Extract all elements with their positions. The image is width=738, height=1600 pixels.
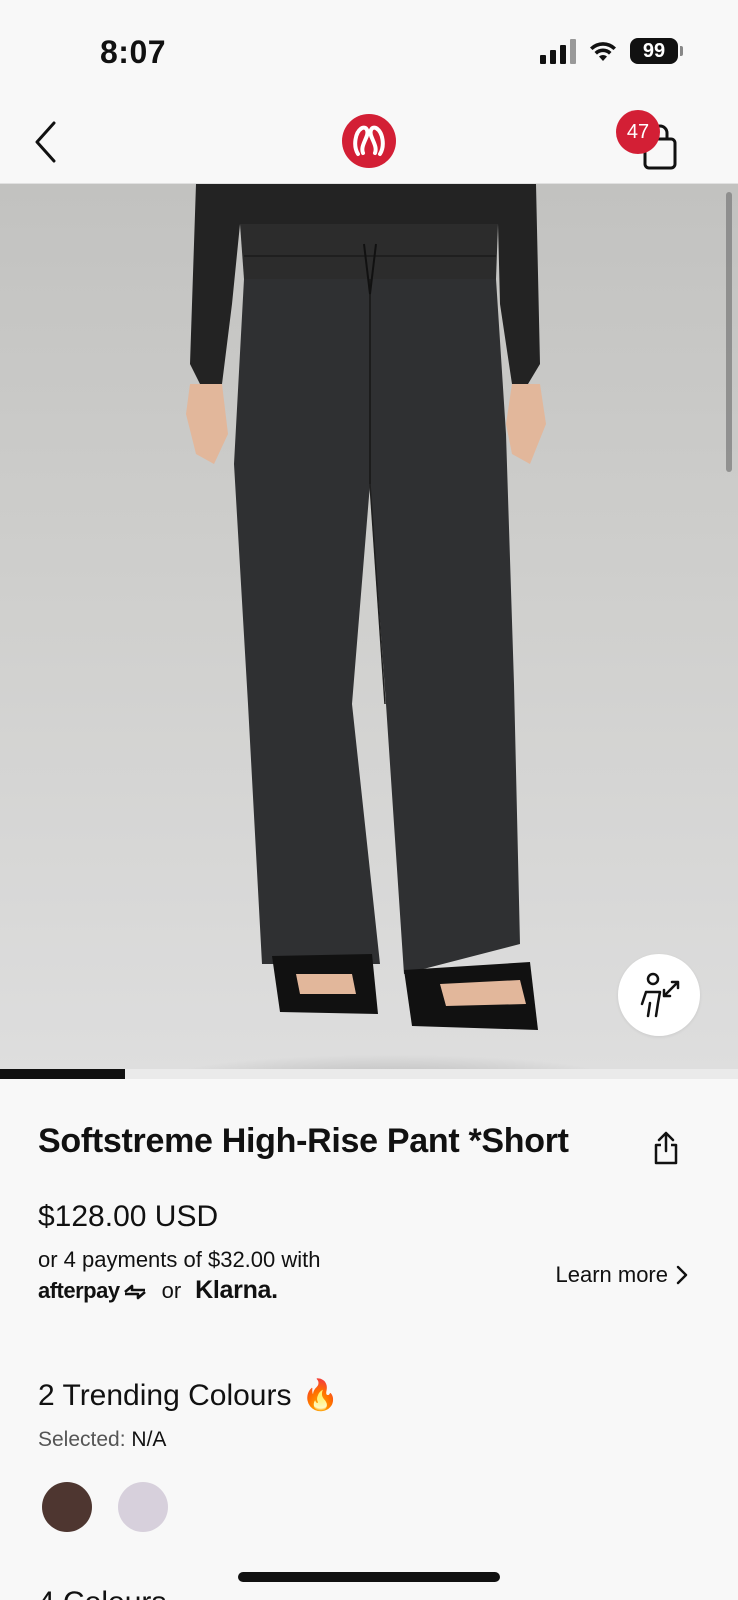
product-photo <box>186 184 546 1030</box>
or-text: or <box>161 1277 182 1303</box>
trending-colours-label: 2 Trending Colours <box>38 1378 292 1412</box>
gallery-progress-fill <box>0 1069 126 1079</box>
gallery-progress-bar <box>0 1069 738 1079</box>
status-icons: 99 <box>540 38 683 64</box>
colours-section-heading: 4 Colours <box>38 1586 166 1600</box>
installments-text: or 4 payments of $32.00 with <box>38 1247 321 1272</box>
cellular-signal-icon <box>540 38 576 64</box>
selected-value: N/A <box>131 1428 167 1451</box>
trending-colours-heading: 2 Trending Colours 🔥 <box>38 1378 339 1413</box>
share-button[interactable] <box>646 1128 686 1168</box>
payment-providers: afterpay or Klarna. <box>38 1276 278 1305</box>
logo-mark-icon <box>353 125 385 156</box>
fire-icon: 🔥 <box>301 1379 339 1412</box>
learn-more-link[interactable]: Learn more <box>555 1262 688 1288</box>
share-icon <box>654 1131 678 1165</box>
body-fit-icon <box>640 972 680 1018</box>
status-bar: 8:07 99 <box>0 0 738 100</box>
learn-more-label: Learn more <box>555 1262 668 1287</box>
product-title: Softstreme High-Rise Pant *Short <box>38 1122 569 1160</box>
afterpay-label: afterpay <box>38 1277 120 1303</box>
fit-comparison-button[interactable] <box>618 954 700 1036</box>
wifi-icon <box>590 42 616 61</box>
selected-colour: Selected: N/A <box>38 1428 166 1452</box>
cart-button[interactable]: 47 <box>616 110 686 174</box>
home-indicator[interactable] <box>238 1572 500 1582</box>
nav-bar: 47 <box>0 100 738 184</box>
status-time: 8:07 <box>100 34 167 70</box>
afterpay-arrows-icon <box>123 1284 146 1299</box>
product-price: $128.00 USD <box>38 1200 219 1233</box>
battery-level: 99 <box>642 39 666 62</box>
colour-swatch-2[interactable] <box>118 1482 168 1532</box>
afterpay-logo: afterpay <box>38 1278 148 1304</box>
gallery-scroll-indicator <box>726 192 732 472</box>
selected-label: Selected: <box>38 1428 126 1451</box>
back-button[interactable] <box>26 114 66 170</box>
chevron-left-icon <box>35 121 56 163</box>
klarna-logo: Klarna. <box>195 1276 278 1304</box>
colour-swatch-1[interactable] <box>42 1482 92 1532</box>
cart-count-badge: 47 <box>616 110 660 154</box>
lululemon-logo[interactable] <box>342 114 396 168</box>
battery-indicator: 99 <box>630 38 683 64</box>
product-image-gallery[interactable] <box>0 184 738 1079</box>
chevron-right-icon <box>676 1265 688 1285</box>
